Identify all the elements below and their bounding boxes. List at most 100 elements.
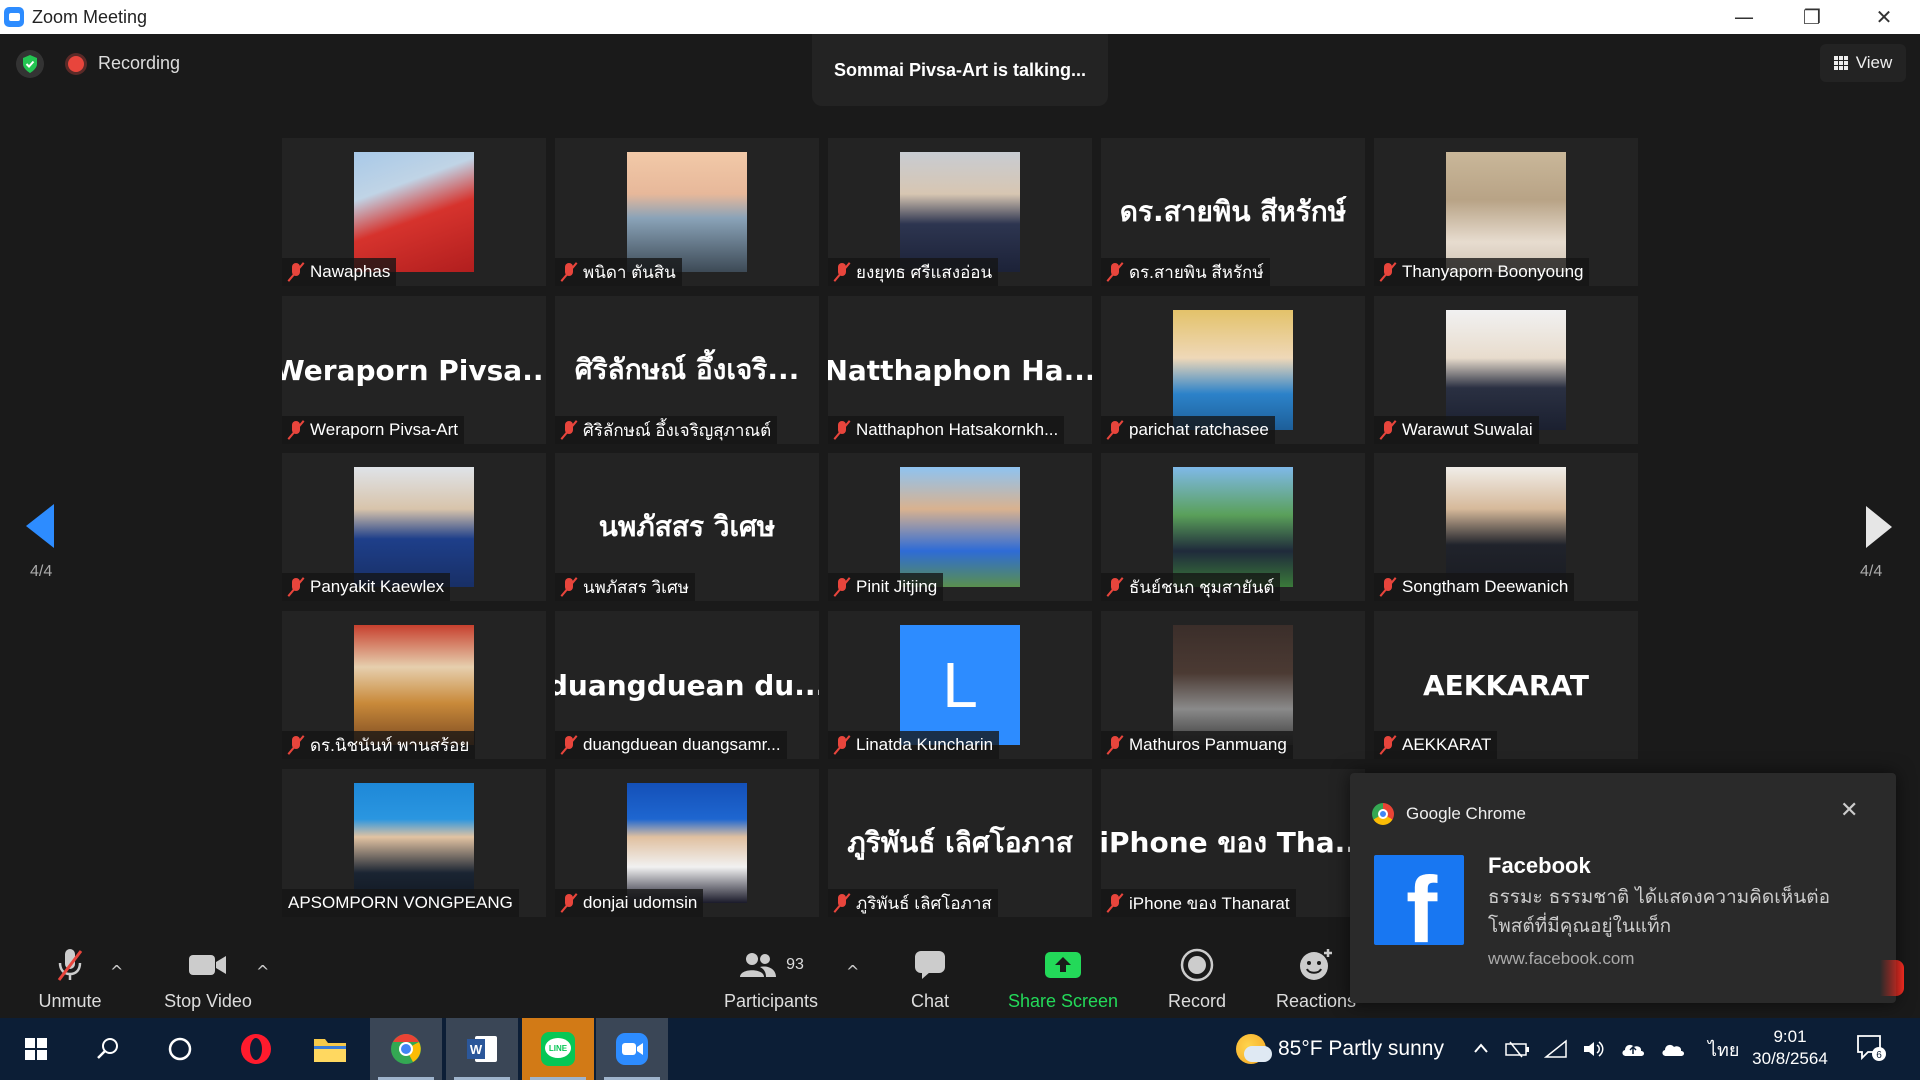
close-button[interactable]: ✕ (1850, 0, 1918, 34)
participants-options-caret-icon[interactable]: ^ (846, 962, 859, 981)
onedrive-upload-icon[interactable] (1620, 1039, 1646, 1059)
participants-label: Participants (723, 991, 819, 1011)
svg-text:6: 6 (1876, 1050, 1882, 1061)
reactions-button[interactable]: Reactions (1274, 940, 1358, 1018)
participant-tile[interactable]: Thanyaporn Boonyoung (1374, 138, 1638, 286)
participants-button[interactable]: 93 Participants (716, 940, 826, 1018)
grid-view-icon (1833, 56, 1848, 70)
participant-photo (354, 783, 474, 903)
weather-widget[interactable]: 85°F Partly sunny (1236, 1018, 1444, 1080)
share-screen-button[interactable]: Share Screen (1000, 940, 1126, 1018)
notification-close-icon[interactable]: ✕ (1840, 797, 1858, 823)
view-button[interactable]: View (1820, 44, 1906, 82)
previous-page-arrow-icon[interactable] (26, 504, 54, 548)
restore-button[interactable]: ❐ (1778, 0, 1846, 34)
participant-name-bar: พนิดา ตันสิน (555, 258, 682, 286)
taskbar-clock[interactable]: 9:01 30/8/2564 (1740, 1026, 1840, 1070)
record-button[interactable]: Record (1160, 940, 1234, 1018)
participant-tile[interactable]: Songtham Deewanich (1374, 453, 1638, 601)
security-shield-icon[interactable] (16, 50, 44, 78)
participant-tile[interactable]: Natthaphon Ha... Natthaphon Hatsakornkh..… (828, 296, 1092, 444)
participant-tile[interactable]: พนิดา ตันสิน (555, 138, 819, 286)
active-speaker-banner: Sommai Pivsa-Art is talking... (812, 34, 1108, 106)
stop-video-button[interactable]: Stop Video (158, 940, 258, 1018)
participant-tile[interactable]: ภูริพันธ์ เลิศโอภาส ภูริพันธ์ เลิศโอภาส (828, 769, 1092, 917)
participant-tile[interactable]: Mathuros Panmuang (1101, 611, 1365, 759)
participant-name-bar: ยงยุทธ ศรีแสงอ่อน (828, 258, 999, 286)
microphone-muted-icon (561, 420, 577, 440)
participant-tile[interactable]: ศิริลักษณ์ อึ้งเจริ... ศิริลักษณ์ อึ้งเจร… (555, 296, 819, 444)
participants-count: 93 (786, 956, 804, 973)
participant-tile[interactable]: Nawaphas (282, 138, 546, 286)
chat-button[interactable]: Chat (900, 940, 960, 1018)
minimize-button[interactable]: — (1710, 0, 1778, 34)
cloud-icon[interactable] (1660, 1039, 1686, 1059)
participant-tile[interactable]: ยงยุทธ ศรีแสงอ่อน (828, 138, 1092, 286)
unmute-button[interactable]: Unmute (30, 940, 110, 1018)
participant-name: AEKKARAT (1402, 735, 1492, 754)
participant-tile[interactable]: iPhone ของ Tha... iPhone ของ Thanarat (1101, 769, 1365, 917)
participant-tile[interactable]: Panyakit Kaewlex (282, 453, 546, 601)
participant-tile[interactable]: donjai udomsin (555, 769, 819, 917)
participant-name-bar: ศิริลักษณ์ อึ้งเจริญสุภาณต์ (555, 416, 778, 444)
video-options-caret-icon[interactable]: ^ (256, 962, 269, 981)
participant-tile[interactable]: Warawut Suwalai (1374, 296, 1638, 444)
recording-label[interactable]: Recording (98, 53, 180, 74)
input-language-indicator[interactable]: ไทย (1708, 1035, 1739, 1064)
microphone-muted-icon (561, 735, 577, 755)
audio-options-caret-icon[interactable]: ^ (110, 962, 123, 981)
participant-tile[interactable]: นพภัสสร วิเศษ นพภัสสร วิเศษ (555, 453, 819, 601)
speaker-icon[interactable] (1582, 1039, 1606, 1059)
participant-name-bar: ดร.สายพิน สีหรักษ์ (1101, 258, 1270, 286)
chrome-notification[interactable]: Google Chrome ✕ f Facebook ธรรมะ ธรรมชาต… (1350, 773, 1896, 1003)
participant-photo (627, 783, 747, 903)
search-button[interactable] (72, 1018, 144, 1080)
stop-video-label: Stop Video (164, 991, 252, 1011)
svg-text:W: W (470, 1042, 483, 1057)
taskbar-opera[interactable] (220, 1018, 292, 1080)
recording-dot-icon (68, 56, 84, 72)
chrome-icon (1372, 803, 1394, 825)
video-camera-icon (188, 945, 228, 985)
start-button[interactable] (0, 1018, 72, 1080)
taskbar-chrome[interactable] (370, 1018, 442, 1080)
folder-icon (314, 1039, 346, 1062)
reactions-label: Reactions (1275, 991, 1357, 1011)
participant-name: Linatda Kuncharin (856, 735, 994, 754)
notification-message: ธรรมะ ธรรมชาติ ได้แสดงความคิดเห็นต่อโพสต… (1488, 886, 1830, 937)
participant-photo (900, 467, 1020, 587)
participant-tile[interactable]: parichat ratchasee (1101, 296, 1365, 444)
battery-icon[interactable] (1504, 1039, 1530, 1059)
action-center-icon[interactable]: 6 (1856, 1034, 1886, 1062)
taskbar-line[interactable]: LINE (522, 1018, 594, 1080)
participant-photo (1446, 310, 1566, 430)
participant-tile[interactable]: ธันย์ชนก ชุมสายันต์ (1101, 453, 1365, 601)
participant-tile[interactable]: duangduean du... duangduean duangsamr... (555, 611, 819, 759)
clock-time: 9:01 (1773, 1027, 1807, 1046)
participant-tile[interactable]: Pinit Jitjing (828, 453, 1092, 601)
participant-tile[interactable]: ดร.นิชนันท์ พานสร้อย (282, 611, 546, 759)
cortana-button[interactable] (144, 1018, 216, 1080)
next-page-arrow-icon[interactable] (1866, 506, 1892, 548)
microphone-muted-icon (834, 262, 850, 282)
participant-name-bar: donjai udomsin (555, 889, 704, 917)
share-screen-label: Share Screen (1007, 991, 1119, 1011)
participant-tile[interactable]: APSOMPORN VONGPEANG (282, 769, 546, 917)
taskbar-zoom[interactable] (596, 1018, 668, 1080)
windows-taskbar: W LINE 85°F Partly sunny ไทย 9:01 30/8/2… (0, 1018, 1920, 1080)
participant-tile[interactable]: L Linatda Kuncharin (828, 611, 1092, 759)
chevron-up-icon[interactable] (1472, 1040, 1490, 1058)
taskbar-word[interactable]: W (446, 1018, 518, 1080)
notification-app-name: Google Chrome (1406, 804, 1527, 823)
participant-name: Natthaphon Hatsakornkh... (856, 420, 1059, 439)
participant-name: ศิริลักษณ์ อึ้งเจริญสุภาณต์ (583, 420, 772, 440)
microphone-muted-icon (561, 262, 577, 282)
participant-tile[interactable]: ดร.สายพิน สีหรักษ์ ดร.สายพิน สีหรักษ์ (1101, 138, 1365, 286)
participant-tile[interactable]: Weraporn Pivsa... Weraporn Pivsa-Art (282, 296, 546, 444)
wifi-icon[interactable] (1544, 1039, 1568, 1059)
taskbar-file-explorer[interactable] (294, 1018, 366, 1080)
participant-name-bar: Weraporn Pivsa-Art (282, 416, 465, 444)
participant-tile[interactable]: AEKKARAT AEKKARAT (1374, 611, 1638, 759)
participant-name: donjai udomsin (583, 893, 698, 912)
cortana-circle-icon (168, 1037, 192, 1061)
